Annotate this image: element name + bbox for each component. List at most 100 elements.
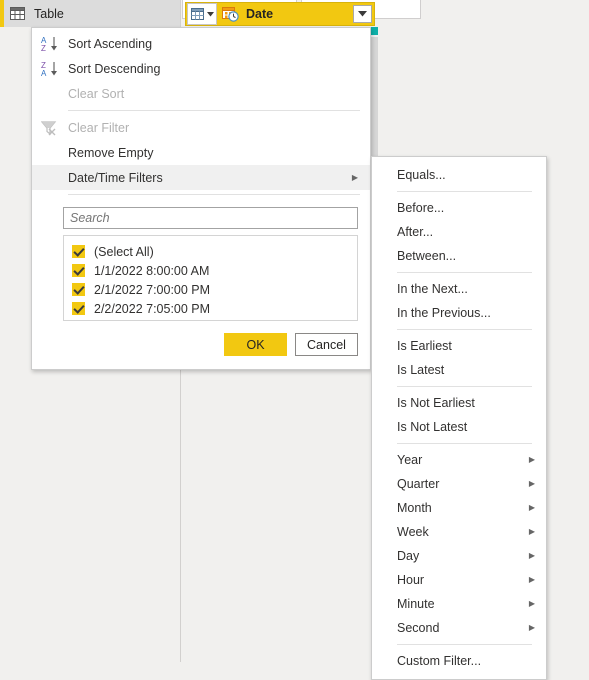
submenu-item-label: In the Next...: [397, 282, 468, 296]
submenu-item-week[interactable]: Week ▶: [372, 520, 546, 544]
column-header-date-label: Date: [246, 7, 274, 21]
menu-item-label: Remove Empty: [68, 145, 154, 160]
list-item[interactable]: 1/1/2022 8:00:00 AM: [72, 261, 357, 280]
submenu-separator: [397, 386, 532, 387]
chevron-right-icon: ▶: [528, 503, 535, 512]
submenu-item-label: Custom Filter...: [397, 654, 482, 668]
submenu-separator: [397, 191, 532, 192]
column-header-date[interactable]: Date: [185, 2, 375, 26]
submenu-item-month[interactable]: Month ▶: [372, 496, 546, 520]
submenu-item-label: Equals...: [397, 168, 446, 182]
datetime-icon: [222, 6, 239, 22]
submenu-item-is-not-earliest[interactable]: Is Not Earliest: [372, 391, 546, 415]
filter-search-area: Search: [32, 199, 370, 229]
table-tab-label: Table: [34, 6, 64, 21]
clear-filter-icon: [32, 120, 68, 136]
chevron-right-icon: ▶: [528, 551, 535, 560]
filter-values-area: (Select All) 1/1/2022 8:00:00 AM 2/1/202…: [32, 229, 370, 321]
chevron-right-icon: ▶: [351, 172, 358, 182]
column-quality-indicator: [370, 27, 378, 35]
chevron-down-icon: [206, 11, 214, 16]
date-time-filters-submenu: Equals... Before... After... Between... …: [371, 156, 547, 680]
svg-text:A: A: [41, 69, 47, 77]
submenu-item-before[interactable]: Before...: [372, 196, 546, 220]
table-tab[interactable]: Table: [0, 0, 180, 27]
checkbox-checked-icon[interactable]: [72, 302, 85, 315]
search-input[interactable]: Search: [63, 207, 358, 229]
dialog-button-row: OK Cancel: [32, 321, 370, 369]
submenu-item-day[interactable]: Day ▶: [372, 544, 546, 568]
list-item[interactable]: 2/1/2022 7:00:00 PM: [72, 280, 357, 299]
filter-values-list[interactable]: (Select All) 1/1/2022 8:00:00 AM 2/1/202…: [63, 235, 358, 321]
submenu-item-year[interactable]: Year ▶: [372, 448, 546, 472]
submenu-item-second[interactable]: Second ▶: [372, 616, 546, 640]
submenu-item-label: In the Previous...: [397, 306, 491, 320]
menu-item-sort-descending[interactable]: Z A Sort Descending: [32, 56, 370, 81]
chevron-right-icon: ▶: [528, 575, 535, 584]
submenu-item-minute[interactable]: Minute ▶: [372, 592, 546, 616]
checkbox-checked-icon[interactable]: [72, 283, 85, 296]
submenu-item-label: Hour: [397, 573, 425, 587]
menu-separator: [68, 110, 360, 111]
chevron-right-icon: ▶: [528, 623, 535, 632]
sort-descending-icon: Z A: [32, 60, 68, 77]
menu-item-label: Sort Descending: [68, 61, 161, 76]
submenu-item-hour[interactable]: Hour ▶: [372, 568, 546, 592]
submenu-item-label: Quarter: [397, 477, 440, 491]
menu-item-label: Date/Time Filters: [68, 170, 163, 185]
submenu-item-label: Between...: [397, 249, 457, 263]
submenu-item-label: Is Earliest: [397, 339, 452, 353]
menu-separator: [68, 194, 360, 195]
search-placeholder: Search: [70, 211, 110, 225]
chevron-down-icon: [358, 11, 367, 17]
list-item-label: (Select All): [94, 244, 154, 259]
cancel-button[interactable]: Cancel: [295, 333, 358, 356]
submenu-separator: [397, 443, 532, 444]
submenu-item-label: Is Not Earliest: [397, 396, 475, 410]
submenu-item-label: After...: [397, 225, 434, 239]
submenu-item-between[interactable]: Between...: [372, 244, 546, 268]
table-type-icon-button[interactable]: [187, 3, 217, 25]
menu-item-sort-ascending[interactable]: A Z Sort Ascending: [32, 31, 370, 56]
submenu-item-in-the-next[interactable]: In the Next...: [372, 277, 546, 301]
list-item-label: 1/1/2022 8:00:00 AM: [94, 263, 210, 278]
list-item[interactable]: (Select All): [72, 242, 357, 261]
checkbox-checked-icon[interactable]: [72, 245, 85, 258]
submenu-item-in-the-previous[interactable]: In the Previous...: [372, 301, 546, 325]
svg-text:Z: Z: [41, 44, 46, 52]
submenu-item-label: Is Not Latest: [397, 420, 468, 434]
submenu-separator: [397, 644, 532, 645]
list-item-label: 2/1/2022 7:00:00 PM: [94, 282, 211, 297]
checkbox-checked-icon[interactable]: [72, 264, 85, 277]
submenu-separator: [397, 329, 532, 330]
submenu-item-quarter[interactable]: Quarter ▶: [372, 472, 546, 496]
submenu-item-label: Before...: [397, 201, 445, 215]
submenu-item-label: Week: [397, 525, 429, 539]
submenu-item-custom-filter[interactable]: Custom Filter...: [372, 649, 546, 673]
chevron-right-icon: ▶: [528, 479, 535, 488]
submenu-item-label: Minute: [397, 597, 435, 611]
menu-item-clear-sort: Clear Sort: [32, 81, 370, 106]
chevron-right-icon: ▶: [528, 599, 535, 608]
submenu-item-label: Month: [397, 501, 432, 515]
submenu-item-is-earliest[interactable]: Is Earliest: [372, 334, 546, 358]
menu-item-remove-empty[interactable]: Remove Empty: [32, 140, 370, 165]
menu-item-label: Clear Sort: [68, 86, 125, 101]
submenu-item-after[interactable]: After...: [372, 220, 546, 244]
menu-item-clear-filter: Clear Filter: [32, 115, 370, 140]
submenu-item-label: Is Latest: [397, 363, 445, 377]
chevron-right-icon: ▶: [528, 527, 535, 536]
submenu-item-label: Second: [397, 621, 440, 635]
menu-item-label: Clear Filter: [68, 120, 130, 135]
submenu-item-label: Day: [397, 549, 420, 563]
list-item[interactable]: 2/2/2022 7:05:00 PM: [72, 299, 357, 318]
menu-item-date-time-filters[interactable]: Date/Time Filters ▶: [32, 165, 370, 190]
ok-button[interactable]: OK: [224, 333, 287, 356]
table-icon: [10, 6, 25, 21]
submenu-item-is-not-latest[interactable]: Is Not Latest: [372, 415, 546, 439]
column-filter-dropdown-button[interactable]: [353, 5, 372, 23]
list-item-label: 2/2/2022 7:05:00 PM: [94, 301, 211, 316]
submenu-item-equals[interactable]: Equals...: [372, 163, 546, 187]
submenu-item-is-latest[interactable]: Is Latest: [372, 358, 546, 382]
submenu-separator: [397, 272, 532, 273]
